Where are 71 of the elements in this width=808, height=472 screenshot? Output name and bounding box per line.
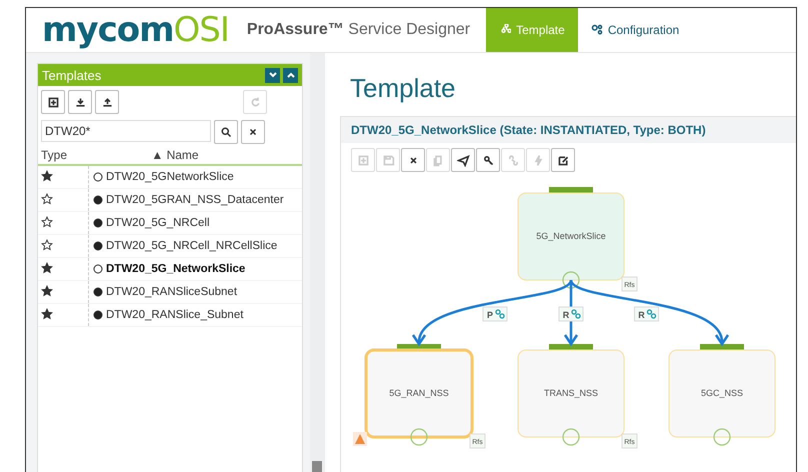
save-icon — [382, 154, 394, 166]
close-icon — [248, 127, 258, 137]
relation-tag[interactable] — [634, 306, 659, 322]
search-button[interactable] — [214, 120, 238, 144]
template-name: DTW20_5G_NRCell_NRCellSlice — [106, 240, 278, 252]
node-label: 5G_RAN_NSS — [389, 388, 449, 398]
add-icon — [46, 96, 60, 108]
node-box[interactable] — [518, 192, 624, 280]
relation-tag[interactable] — [482, 306, 508, 322]
brand-logo: mycomOSI — [42, 13, 229, 47]
port-bar — [549, 187, 593, 193]
template-name: DTW20_5GNetworkSlice — [106, 171, 234, 183]
nodes-icon — [499, 24, 512, 36]
node-box[interactable] — [668, 350, 776, 438]
port-bar — [700, 344, 744, 350]
toolbar-button[interactable] — [41, 90, 65, 114]
relation-label: R — [562, 310, 570, 320]
scrollbar-thumb[interactable] — [312, 461, 322, 472]
column-header[interactable]: ▲ Name — [88, 148, 302, 162]
search-field[interactable]: DTW20* — [41, 120, 211, 142]
add-icon — [356, 154, 370, 166]
edit-icon — [556, 154, 570, 166]
send-icon — [456, 154, 470, 166]
column-header[interactable]: Type — [38, 148, 88, 162]
relation-label: P — [487, 310, 493, 320]
template-name: DTW20_5G_NRCell — [106, 217, 210, 229]
toolbar-button[interactable] — [68, 90, 92, 114]
toolbar-button[interactable] — [476, 148, 500, 172]
template-row[interactable]: DTW20_RANSlice_Subnet — [38, 304, 302, 327]
chevron-down-icon — [268, 70, 278, 80]
relation-tag[interactable] — [558, 306, 584, 322]
template-row[interactable]: DTW20_5G_NRCell_NRCellSlice — [38, 235, 302, 258]
template-row[interactable]: DTW20_5GNetworkSlice — [38, 166, 302, 189]
card-title: DTW20_5G_NetworkSlice (State: INSTANTIATED, Type: BOTH) — [351, 123, 706, 137]
connector-arrow[interactable] — [570, 279, 730, 346]
template-row[interactable]: DTW20_5G_NRCell — [38, 212, 302, 235]
expand-button[interactable] — [283, 68, 298, 82]
clear-button[interactable] — [241, 120, 265, 144]
product-title: ProAssure™ Service Designer — [246, 21, 470, 39]
page-title: Template — [350, 73, 456, 104]
template-name: DTW20_5G_NetworkSlice — [106, 263, 246, 275]
node-label: 5G_NetworkSlice — [536, 231, 606, 241]
connector-arrow[interactable] — [564, 280, 578, 346]
collapse-button[interactable] — [265, 68, 280, 82]
download-icon — [74, 96, 86, 108]
toolbar-button[interactable] — [451, 148, 475, 172]
node-label: 5GC_NSS — [700, 388, 744, 398]
template-name: DTW20_RANSliceSubnet — [106, 286, 238, 298]
node-box[interactable] — [518, 350, 624, 438]
undo-icon — [248, 96, 262, 108]
node-box[interactable] — [364, 348, 474, 438]
gears-icon — [590, 24, 603, 36]
key-icon — [482, 154, 494, 166]
relation-label: R — [638, 310, 645, 320]
toolbar-button[interactable] — [95, 90, 119, 114]
toolbar-button[interactable] — [551, 148, 575, 172]
connector-arrow[interactable] — [412, 279, 572, 346]
template-name: DTW20_5GRAN_NSS_Datacenter — [106, 194, 284, 206]
template-name: DTW20_RANSlice_Subnet — [106, 309, 244, 321]
template-row[interactable]: DTW20_5GRAN_NSS_Datacenter — [38, 189, 302, 212]
search-icon — [220, 126, 232, 138]
template-row[interactable]: DTW20_5G_NetworkSlice — [38, 258, 302, 281]
port-bar — [549, 344, 593, 350]
template-row[interactable]: DTW20_RANSliceSubnet — [38, 281, 302, 304]
anchor-circle[interactable] — [562, 271, 580, 289]
copy-icon — [432, 154, 444, 166]
panel-title: Templates — [42, 68, 102, 82]
chevron-up-icon — [286, 70, 296, 80]
node-label: TRANS_NSS — [544, 388, 598, 398]
upload-icon — [100, 96, 114, 108]
toolbar-button[interactable] — [401, 148, 425, 172]
